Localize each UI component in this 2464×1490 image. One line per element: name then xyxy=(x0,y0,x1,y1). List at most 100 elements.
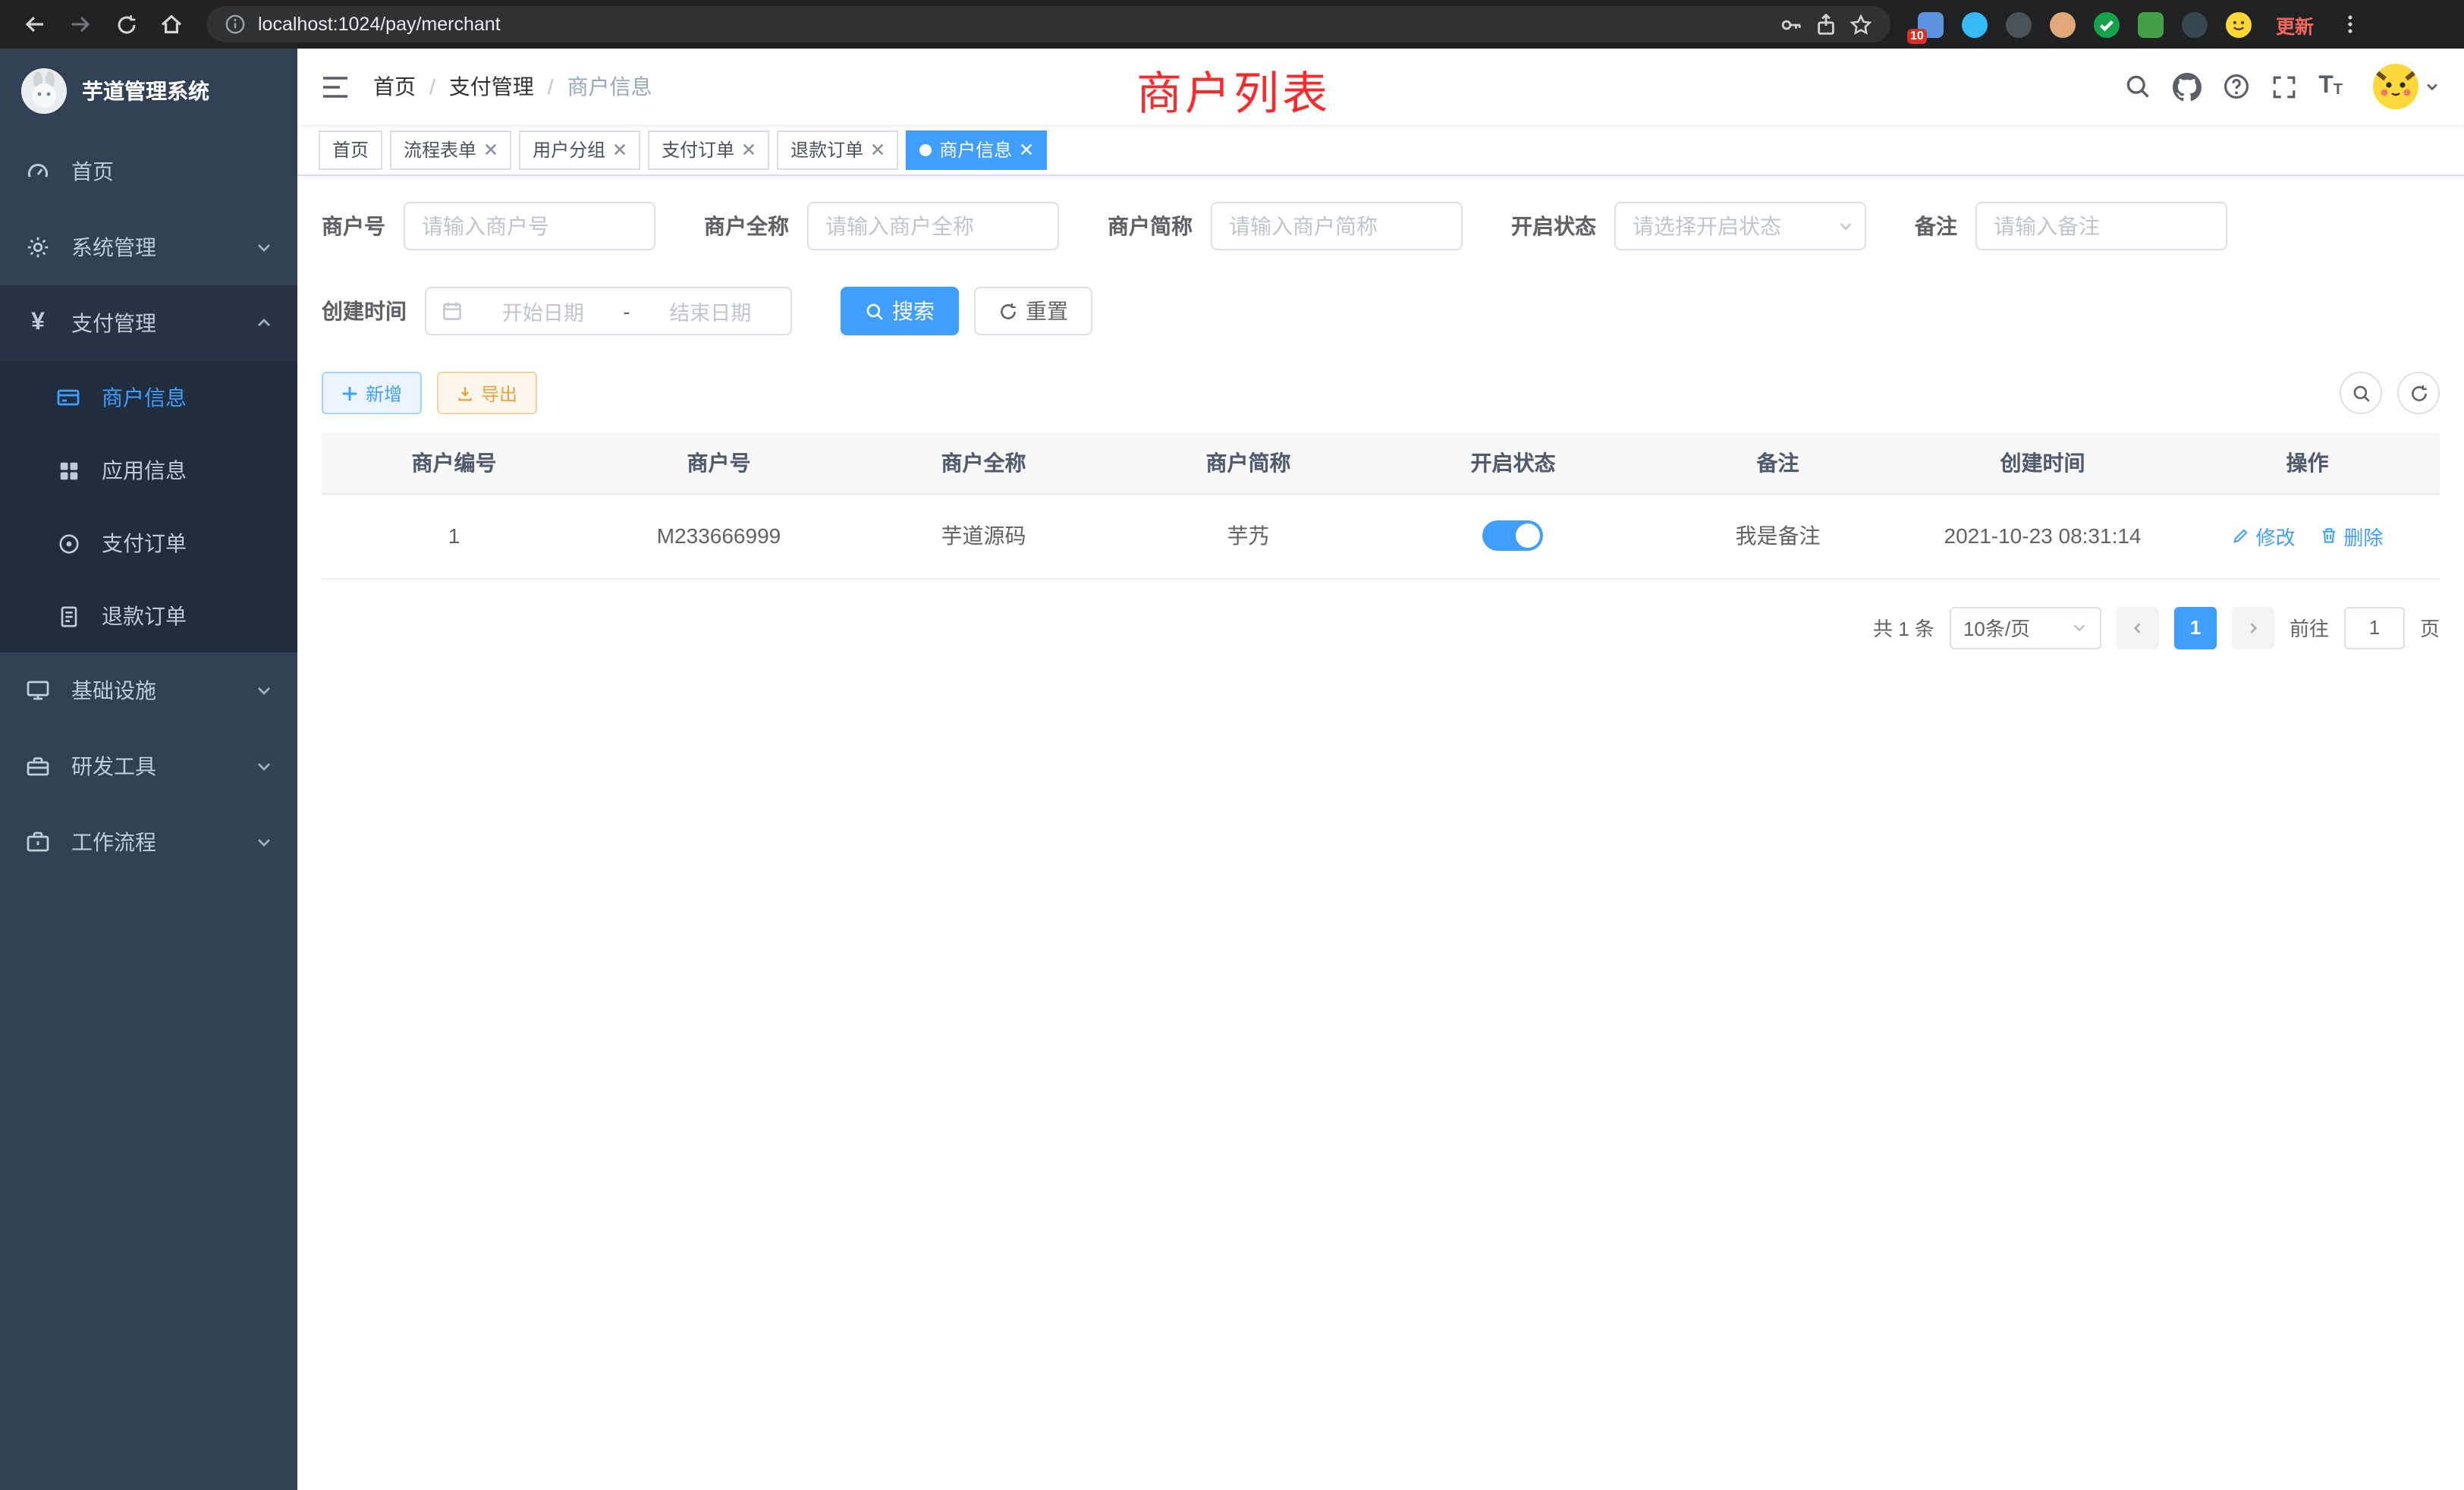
sidebar-item-workflow[interactable]: 工作流程 xyxy=(0,804,297,880)
browser-menu-icon[interactable] xyxy=(2340,12,2361,36)
goto-page-input[interactable] xyxy=(2344,606,2405,649)
page-size-select[interactable]: 10条/页 xyxy=(1950,606,2101,649)
pagination-total: 共 1 条 xyxy=(1873,613,1934,642)
url-bar[interactable]: localhost:1024/pay/merchant xyxy=(206,6,1890,42)
filter-merchant-no: 商户号 xyxy=(322,202,655,250)
short-name-input[interactable] xyxy=(1211,202,1463,250)
gear-icon xyxy=(24,235,52,259)
app-logo[interactable]: 芋道管理系统 xyxy=(0,49,297,134)
extension-icon[interactable] xyxy=(2091,9,2121,39)
chevron-down-icon xyxy=(2071,619,2088,636)
filter-row-1: 商户号 商户全称 商户简称 开启状态 xyxy=(322,202,2440,250)
sidebar-item-label: 支付订单 xyxy=(102,528,187,558)
sidebar-item-merchant-info[interactable]: 商户信息 xyxy=(0,361,297,434)
extension-icon[interactable] xyxy=(2179,9,2209,39)
page-unit-label: 页 xyxy=(2420,613,2440,642)
close-icon[interactable] xyxy=(484,143,498,156)
sidebar: 芋道管理系统 首页 系统管理 xyxy=(0,49,297,1490)
reset-button[interactable]: 重置 xyxy=(974,287,1092,335)
extension-icon[interactable] xyxy=(2003,9,2033,39)
sidebar-item-app-info[interactable]: 应用信息 xyxy=(0,434,297,507)
extension-icon[interactable]: 10 xyxy=(1915,9,1945,39)
reload-icon[interactable] xyxy=(106,5,146,44)
prev-page-button[interactable] xyxy=(2117,606,2159,649)
sidebar-item-label: 基础设施 xyxy=(71,675,156,706)
browser-update-button[interactable]: 更新 xyxy=(2267,10,2323,39)
extension-icon[interactable] xyxy=(2135,9,2165,39)
back-icon[interactable] xyxy=(15,5,55,44)
filter-label: 商户号 xyxy=(322,211,385,241)
extension-icon[interactable] xyxy=(2047,9,2077,39)
sidebar-item-system[interactable]: 系统管理 xyxy=(0,209,297,285)
add-button[interactable]: 新增 xyxy=(322,372,422,414)
search-button[interactable]: 搜索 xyxy=(841,287,959,335)
sidebar-item-home[interactable]: 首页 xyxy=(0,134,297,209)
forward-icon[interactable] xyxy=(61,5,100,44)
remark-input[interactable] xyxy=(1975,202,2227,250)
date-range-picker[interactable]: 开始日期 - 结束日期 xyxy=(425,287,792,335)
edit-link-label: 修改 xyxy=(2256,521,2296,550)
sidebar-item-infrastructure[interactable]: 基础设施 xyxy=(0,652,297,728)
delete-link[interactable]: 删除 xyxy=(2319,521,2383,550)
font-size-icon[interactable]: TT xyxy=(2318,74,2343,99)
home-icon[interactable] xyxy=(152,5,191,44)
status-select-input[interactable] xyxy=(1614,202,1866,250)
sidebar-menu: 首页 系统管理 ¥ 支付管理 xyxy=(0,134,297,1490)
refresh-button[interactable] xyxy=(2397,372,2440,414)
github-icon[interactable] xyxy=(2173,72,2202,101)
column-header: 商户全称 xyxy=(851,432,1116,493)
page-number-button[interactable]: 1 xyxy=(2174,606,2217,649)
sidebar-item-dev-tools[interactable]: 研发工具 xyxy=(0,728,297,804)
help-icon[interactable] xyxy=(2223,73,2250,100)
tab-pay-order[interactable]: 支付订单 xyxy=(648,130,769,169)
fullscreen-icon[interactable] xyxy=(2271,74,2297,99)
sidebar-item-label: 系统管理 xyxy=(71,232,156,262)
share-icon[interactable] xyxy=(1815,13,1837,36)
status-toggle[interactable] xyxy=(1483,520,1544,551)
tab-label: 首页 xyxy=(332,137,369,162)
bookmark-star-icon[interactable] xyxy=(1850,13,1872,36)
close-icon[interactable] xyxy=(871,143,885,156)
tab-label: 商户信息 xyxy=(939,137,1012,162)
table-toolbar: 新增 导出 xyxy=(322,372,2440,414)
sidebar-item-payment[interactable]: ¥ 支付管理 xyxy=(0,285,297,361)
end-date-placeholder: 结束日期 xyxy=(646,296,776,326)
toolbox-icon xyxy=(24,754,52,778)
toggle-search-button[interactable] xyxy=(2340,372,2382,414)
close-icon[interactable] xyxy=(1020,143,1033,156)
breadcrumb-separator: / xyxy=(429,74,435,99)
password-key-icon[interactable] xyxy=(1780,13,1802,36)
tab-home[interactable]: 首页 xyxy=(319,130,382,169)
chevron-up-icon xyxy=(255,314,273,332)
url-text[interactable]: localhost:1024/pay/merchant xyxy=(258,14,1768,35)
close-icon[interactable] xyxy=(742,143,756,156)
status-select[interactable] xyxy=(1614,202,1866,250)
search-icon[interactable] xyxy=(2124,73,2151,100)
tab-process-form[interactable]: 流程表单 xyxy=(390,130,511,169)
sidebar-toggle-icon[interactable] xyxy=(322,75,349,98)
merchant-no-input[interactable] xyxy=(404,202,655,250)
page-size-value: 10条/页 xyxy=(1963,613,2030,642)
close-icon[interactable] xyxy=(613,143,627,156)
column-header: 操作 xyxy=(2175,432,2440,493)
sidebar-item-label: 退款订单 xyxy=(102,601,187,631)
sidebar-item-pay-order[interactable]: 支付订单 xyxy=(0,507,297,580)
next-page-button[interactable] xyxy=(2232,606,2274,649)
extension-badge: 10 xyxy=(1907,29,1927,44)
edit-link[interactable]: 修改 xyxy=(2232,521,2296,550)
tab-merchant-info[interactable]: 商户信息 xyxy=(906,130,1047,169)
breadcrumb-item[interactable]: 首页 xyxy=(373,71,416,102)
breadcrumb-item[interactable]: 支付管理 xyxy=(449,71,534,102)
tab-user-group[interactable]: 用户分组 xyxy=(519,130,640,169)
page-content: 商户号 商户全称 商户简称 开启状态 xyxy=(297,176,2464,1490)
user-menu[interactable] xyxy=(2373,64,2440,109)
font-size-small-glyph: T xyxy=(2334,83,2343,99)
merchant-name-input[interactable] xyxy=(807,202,1059,250)
tab-refund-order[interactable]: 退款订单 xyxy=(777,130,898,169)
dashboard-icon xyxy=(24,159,52,184)
extension-icon[interactable] xyxy=(1959,9,1989,39)
extension-icon[interactable] xyxy=(2223,9,2253,39)
site-info-icon[interactable] xyxy=(225,14,246,35)
export-button[interactable]: 导出 xyxy=(437,372,537,414)
sidebar-item-refund-order[interactable]: 退款订单 xyxy=(0,580,297,652)
